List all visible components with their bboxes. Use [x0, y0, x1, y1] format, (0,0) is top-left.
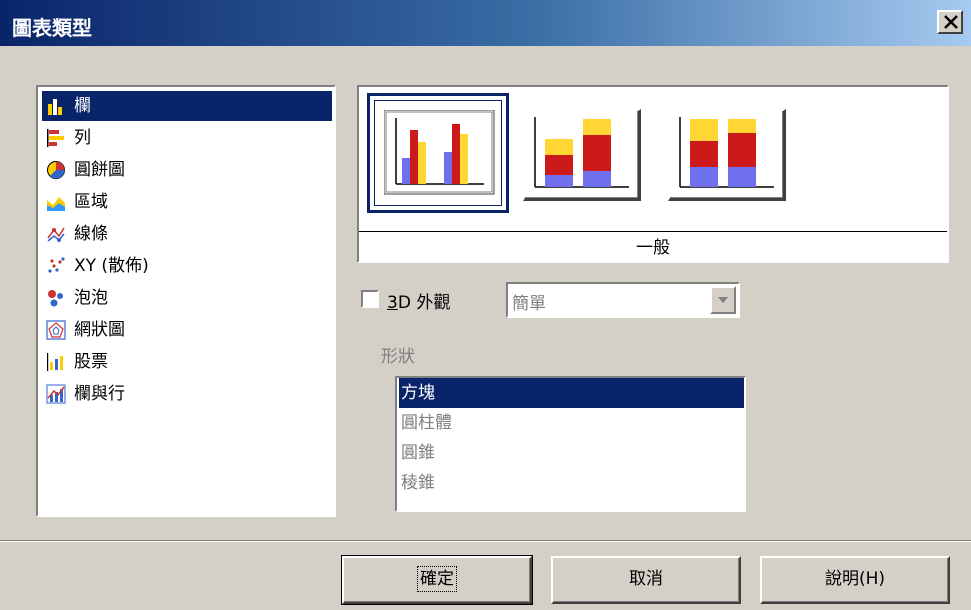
line-chart-icon: [47, 227, 65, 242]
chart-type-label: 線條: [74, 224, 108, 244]
chart-type-label: 列: [74, 128, 91, 148]
chart-type-item-column-line[interactable]: 欄與行: [42, 379, 332, 409]
shape-label: 形狀: [381, 347, 415, 367]
3d-appearance-label-text: D 外觀: [397, 293, 451, 313]
variant-divider: [359, 231, 947, 232]
cancel-button[interactable]: 取消: [551, 556, 741, 604]
variant-stacked[interactable]: [523, 109, 641, 201]
chart-type-item-stock[interactable]: 股票: [42, 347, 332, 377]
chart-type-item-net[interactable]: 網狀圖: [42, 315, 332, 345]
chart-variant-panel: 一般: [357, 85, 949, 263]
shape-option-cylinder[interactable]: 圓柱體: [399, 408, 744, 438]
variant-caption: 一般: [636, 238, 670, 258]
close-button[interactable]: [937, 10, 963, 34]
3d-scheme-combobox[interactable]: 簡單: [506, 282, 740, 318]
chart-type-item-bar[interactable]: 列: [42, 123, 332, 153]
window-title: 圖表類型: [12, 16, 92, 40]
shape-option-cube[interactable]: 方塊: [399, 378, 744, 408]
pie-chart-icon: [47, 161, 65, 179]
scatter-chart-icon: [48, 257, 65, 273]
chart-type-item-line[interactable]: 線條: [42, 219, 332, 249]
chart-type-label: 泡泡: [74, 288, 108, 308]
ok-button[interactable]: 確定: [341, 555, 533, 605]
shape-list[interactable]: 方塊 圓柱體 圓錐 稜錐: [395, 376, 746, 512]
3d-appearance-label: 3D 外觀: [387, 288, 450, 313]
chart-type-label: 欄與行: [74, 384, 125, 404]
chart-type-label: 股票: [74, 352, 108, 372]
3d-scheme-value: 簡單: [512, 294, 546, 314]
chart-type-item-bubble[interactable]: 泡泡: [42, 283, 332, 313]
shape-option-cone[interactable]: 圓錐: [399, 438, 744, 468]
shape-option-pyramid[interactable]: 稜錐: [399, 468, 744, 498]
chart-type-label: 欄: [74, 96, 91, 116]
percent-stacked-column-icon: [679, 117, 774, 188]
net-chart-icon: [46, 320, 66, 340]
stock-chart-icon: [47, 353, 63, 371]
chart-type-item-column[interactable]: 欄: [42, 91, 332, 121]
title-bar: 圖表類型: [0, 0, 971, 46]
chart-type-list[interactable]: 欄 列 圓餅圖 區域 線條 XY (散佈) 泡泡 網狀圖 股票 欄與行: [36, 85, 336, 517]
3d-appearance-checkbox[interactable]: [361, 290, 379, 308]
bubble-chart-icon: [48, 290, 63, 307]
3d-mnemonic: 3: [387, 293, 398, 313]
chart-type-label: 區域: [74, 192, 108, 212]
chevron-down-icon: [718, 297, 728, 303]
chart-type-item-scatter[interactable]: XY (散佈): [42, 251, 332, 281]
close-icon: [944, 15, 958, 29]
stacked-column-icon: [534, 117, 629, 188]
chart-type-item-area[interactable]: 區域: [42, 187, 332, 217]
3d-scheme-dropdown-button[interactable]: [710, 286, 736, 314]
column-chart-icon: [48, 99, 62, 115]
area-chart-icon: [47, 197, 65, 211]
chart-type-label: XY (散佈): [74, 256, 149, 276]
column-line-chart-icon: [46, 384, 66, 404]
bar-chart-icon: [47, 129, 64, 147]
chart-type-label: 網狀圖: [74, 320, 125, 340]
help-button-label: 說明(H): [824, 569, 886, 589]
ok-button-label: 確定: [417, 566, 457, 592]
chart-type-item-pie[interactable]: 圓餅圖: [42, 155, 332, 185]
normal-column-icon: [384, 110, 495, 195]
cancel-button-label: 取消: [629, 569, 663, 589]
variant-percent-stacked[interactable]: [668, 109, 786, 201]
variant-normal[interactable]: [367, 93, 509, 213]
help-button[interactable]: 說明(H): [760, 556, 950, 604]
chart-type-label: 圓餅圖: [74, 160, 125, 180]
